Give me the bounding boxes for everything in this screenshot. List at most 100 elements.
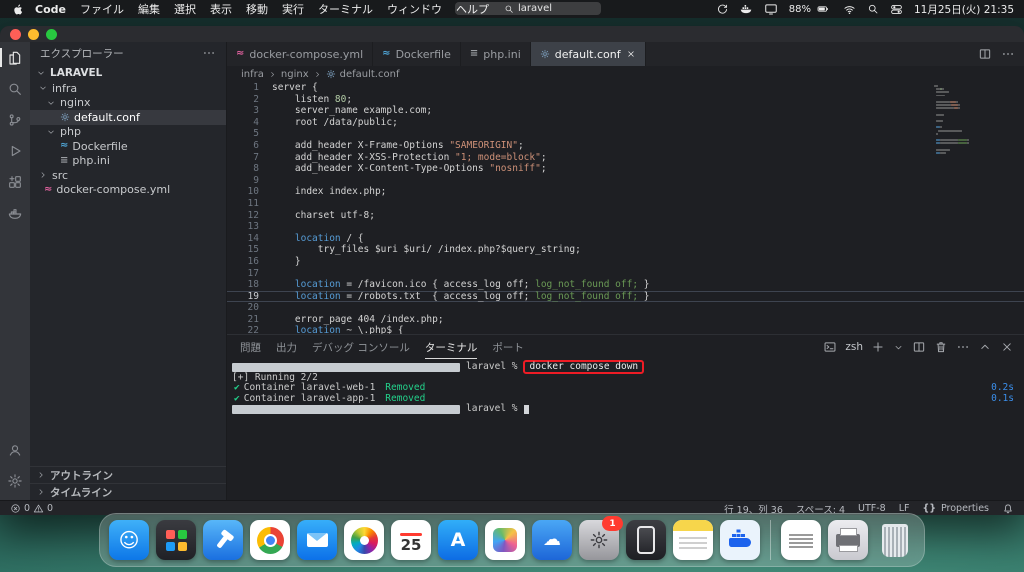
activity-extensions[interactable]: [0, 166, 30, 197]
code-line[interactable]: 5: [227, 128, 1024, 140]
zoom-window-button[interactable]: [46, 28, 57, 40]
editor-tab-docker-compose.yml[interactable]: ≈ docker-compose.yml: [227, 42, 374, 66]
sidebar-section-タイムライン[interactable]: タイムライン: [30, 483, 226, 500]
code-line[interactable]: 6 add_header X-Frame-Options "SAMEORIGIN…: [227, 140, 1024, 152]
dock-textedit[interactable]: [781, 520, 821, 560]
activity-accounts[interactable]: [0, 434, 30, 465]
minimize-window-button[interactable]: [28, 28, 39, 40]
kill-terminal-icon[interactable]: [934, 340, 948, 354]
code-line[interactable]: 16 }: [227, 256, 1024, 268]
apple-menu-icon[interactable]: [12, 3, 25, 16]
dock-freeform[interactable]: [485, 520, 525, 560]
tree-item-nginx[interactable]: nginx: [30, 96, 226, 111]
panel-tab-デバッグ コンソール[interactable]: デバッグ コンソール: [312, 336, 410, 359]
code-line[interactable]: 19 location = /robots.txt { access_log o…: [227, 291, 1024, 303]
menu-item[interactable]: ウィンドウ: [387, 1, 442, 17]
close-window-button[interactable]: [10, 28, 21, 40]
panel-tab-ポート[interactable]: ポート: [492, 336, 524, 359]
dock-weather[interactable]: ☁: [532, 520, 572, 560]
tree-item-Dockerfile[interactable]: ≈ Dockerfile: [30, 139, 226, 154]
activity-run-and-debug[interactable]: [0, 135, 30, 166]
dock-printer[interactable]: [828, 520, 868, 560]
code-line[interactable]: 14 location / {: [227, 233, 1024, 245]
breadcrumb-item[interactable]: default.conf: [340, 69, 400, 80]
breadcrumb-item[interactable]: infra: [241, 69, 264, 80]
split-editor-icon[interactable]: [978, 47, 992, 61]
dock-docker[interactable]: [720, 520, 760, 560]
code-line[interactable]: 10 index index.php;: [227, 186, 1024, 198]
menu-item[interactable]: 選択: [174, 1, 196, 17]
dock-trash[interactable]: [875, 520, 915, 560]
dock-photos[interactable]: [344, 520, 384, 560]
explorer-more-icon[interactable]: [202, 46, 216, 60]
terminal-output[interactable]: laravel % docker compose down [+] Running …: [227, 359, 1024, 500]
code-line[interactable]: 9: [227, 175, 1024, 187]
close-panel-icon[interactable]: [1000, 340, 1014, 354]
notifications-icon[interactable]: [1002, 503, 1014, 515]
code-line[interactable]: 3 server_name example.com;: [227, 105, 1024, 117]
code-line[interactable]: 15 try_files $uri $uri/ /index.php?$quer…: [227, 244, 1024, 256]
code-line[interactable]: 1 server {: [227, 82, 1024, 94]
editor-more-icon[interactable]: [1001, 47, 1015, 61]
code-line[interactable]: 4 root /data/public;: [227, 117, 1024, 129]
breadcrumb-item[interactable]: nginx: [281, 69, 309, 80]
dock-iphone-mirroring[interactable]: [626, 520, 666, 560]
shell-name[interactable]: zsh: [845, 341, 863, 353]
menu-item[interactable]: 移動: [246, 1, 268, 17]
activity-explorer[interactable]: [0, 42, 30, 73]
panel-more-icon[interactable]: [956, 340, 970, 354]
dock-notes[interactable]: [673, 520, 713, 560]
code-line[interactable]: 2 listen 80;: [227, 94, 1024, 106]
tree-root-folder[interactable]: LARAVEL: [30, 64, 226, 81]
menu-item[interactable]: ファイル: [80, 1, 124, 17]
tree-item-php[interactable]: php: [30, 125, 226, 140]
tree-item-src[interactable]: src: [30, 168, 226, 183]
dock-calendar[interactable]: 25: [391, 520, 431, 560]
code-line[interactable]: 17: [227, 268, 1024, 280]
tree-item-php.ini[interactable]: ≡ php.ini: [30, 154, 226, 169]
language-mode[interactable]: {} Properties: [922, 503, 989, 514]
wifi-icon[interactable]: [843, 3, 856, 16]
code-line[interactable]: 13: [227, 221, 1024, 233]
code-line[interactable]: 20: [227, 302, 1024, 314]
code-line[interactable]: 8 add_header X-Content-Type-Options "nos…: [227, 163, 1024, 175]
editor-tab-Dockerfile[interactable]: ≈ Dockerfile: [373, 42, 461, 66]
activity-search[interactable]: [0, 73, 30, 104]
dock-launchpad[interactable]: [156, 520, 196, 560]
screen-mirroring-icon[interactable]: [764, 2, 778, 16]
menubar-clock[interactable]: 11月25日(火) 21:35: [914, 2, 1014, 17]
panel-tab-ターミナル[interactable]: ターミナル: [424, 336, 478, 359]
tree-item-docker-compose.yml[interactable]: ≈ docker-compose.yml: [30, 183, 226, 198]
dock-finder[interactable]: ☺: [109, 520, 149, 560]
code-line[interactable]: 11: [227, 198, 1024, 210]
editor-tab-default.conf[interactable]: default.conf: [530, 42, 646, 66]
spotlight-icon[interactable]: [867, 3, 879, 15]
sync-icon[interactable]: [716, 3, 729, 16]
code-line[interactable]: 21 error_page 404 /index.php;: [227, 314, 1024, 326]
control-center-icon[interactable]: [890, 3, 903, 16]
battery-indicator[interactable]: 88%: [789, 3, 832, 15]
sidebar-section-アウトライン[interactable]: アウトライン: [30, 466, 226, 483]
tree-item-infra[interactable]: infra: [30, 81, 226, 96]
menu-item[interactable]: 表示: [210, 1, 232, 17]
menu-item[interactable]: ターミナル: [318, 1, 373, 17]
menu-item[interactable]: 実行: [282, 1, 304, 17]
code-editor[interactable]: 1 server {2 listen 80; 3 server_name examp…: [227, 82, 1024, 334]
minimap[interactable]: [934, 85, 1010, 155]
tree-item-default.conf[interactable]: default.conf: [30, 110, 226, 125]
editor-tab-php.ini[interactable]: ≡ php.ini: [461, 42, 531, 66]
split-terminal-icon[interactable]: [912, 340, 926, 354]
code-line[interactable]: 7 add_header X-XSS-Protection "1; mode=b…: [227, 152, 1024, 164]
code-line[interactable]: 22 location ~ \.php$ {: [227, 325, 1024, 334]
new-terminal-icon[interactable]: [871, 340, 885, 354]
panel-tab-問題[interactable]: 問題: [240, 336, 261, 359]
window-titlebar[interactable]: [0, 26, 1024, 42]
problems-status[interactable]: 0 0: [10, 503, 53, 514]
dock-app-store[interactable]: A: [438, 520, 478, 560]
docker-menubar-icon[interactable]: [739, 2, 753, 16]
app-menu-title[interactable]: Code: [35, 3, 66, 16]
dock-chrome[interactable]: [250, 520, 290, 560]
code-line[interactable]: 12 charset utf-8;: [227, 210, 1024, 222]
activity-docker[interactable]: [0, 197, 30, 228]
terminal-dropdown-icon[interactable]: [893, 342, 904, 353]
